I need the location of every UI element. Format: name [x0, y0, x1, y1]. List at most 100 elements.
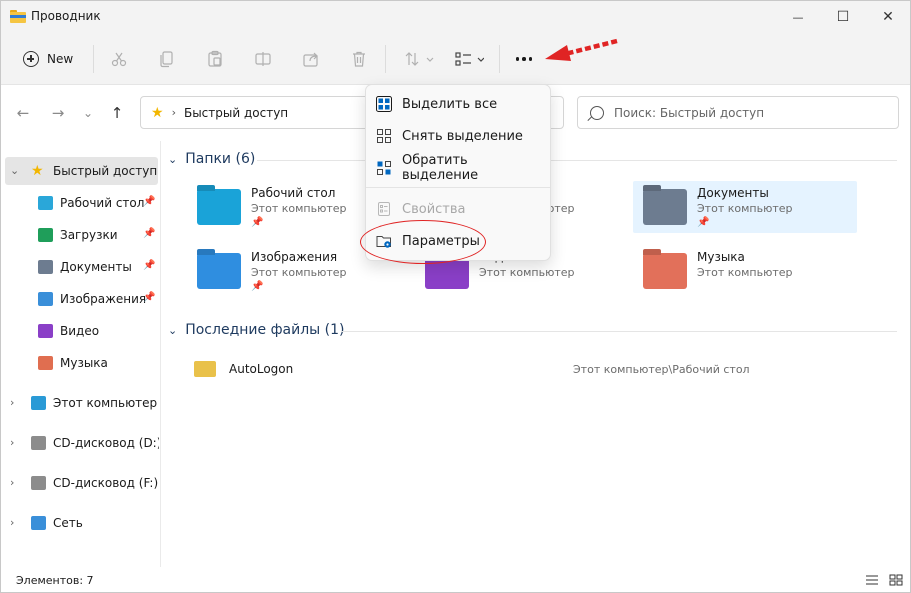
view-button[interactable] [449, 47, 489, 71]
chevron-right-icon[interactable]: › [10, 476, 14, 489]
sidebar-item[interactable]: Документы [38, 256, 132, 278]
cd-drive-icon [31, 476, 46, 490]
sidebar-item[interactable]: Загрузки [38, 224, 118, 246]
minimize-icon: — [792, 10, 804, 24]
menu-item-select-all[interactable]: Выделить все [374, 90, 546, 118]
sidebar-item-label: CD-дисковод (F:) US [53, 476, 159, 490]
back-arrow-icon: ← [16, 104, 30, 122]
select-all-icon [376, 96, 392, 112]
pane-divider [160, 141, 161, 567]
sidebar-item[interactable]: Этот компьютер [31, 392, 159, 414]
menu-item-label: Обратить выделение [402, 153, 479, 183]
properties-icon [378, 202, 390, 216]
share-button[interactable] [299, 47, 323, 71]
sidebar-item-label: Рабочий стол [60, 196, 145, 210]
cd-drive-icon [31, 436, 46, 450]
folder-name: Музыка [697, 250, 745, 264]
share-icon [303, 52, 318, 67]
chevron-right-icon[interactable]: › [10, 436, 14, 449]
paste-icon [208, 50, 222, 67]
recent-locations-button[interactable]: ⌄ [78, 103, 98, 123]
chevron-down-icon[interactable]: ⌄ [10, 164, 19, 177]
up-button[interactable]: ↑ [107, 103, 127, 123]
folder-location: Этот компьютер [479, 266, 575, 279]
list-item[interactable]: AutoLogon Этот компьютер\Рабочий стол [194, 356, 894, 382]
sidebar-item[interactable]: CD-дисковод (D:) Vi [31, 432, 159, 454]
delete-button[interactable] [347, 47, 371, 71]
folder-icon [643, 189, 687, 225]
forward-button[interactable]: → [48, 103, 68, 123]
group-title: Папки (6) [185, 151, 256, 167]
folder-icon [194, 361, 216, 377]
search-box[interactable]: Поиск: Быстрый доступ [577, 96, 899, 129]
details-view-icon[interactable] [865, 574, 879, 586]
documents-icon [38, 260, 53, 274]
chevron-right-icon[interactable]: › [10, 396, 14, 409]
sidebar-item-label: Быстрый доступ [53, 164, 158, 178]
minimize-button[interactable]: — [775, 1, 821, 33]
copy-icon [160, 51, 173, 68]
menu-item-select-none[interactable]: Снять выделение [374, 122, 546, 150]
pin-icon: 📌 [697, 217, 710, 228]
computer-icon [31, 396, 46, 410]
up-arrow-icon: ↑ [110, 104, 124, 122]
explorer-window: Проводник — ☐ ✕ New ← → ⌄ ↑ ★ › Быстрый … [0, 0, 911, 593]
breadcrumb-quick-access[interactable]: Быстрый доступ [184, 106, 288, 120]
cut-icon [111, 52, 127, 67]
recent-file-name: AutoLogon [229, 362, 294, 376]
breadcrumb-separator: › [171, 106, 176, 119]
new-button-label: New [47, 52, 74, 66]
group-header-recent[interactable]: ⌄ Последние файлы (1) [168, 322, 345, 338]
video-icon [38, 324, 53, 338]
rename-icon [255, 52, 271, 66]
sidebar-item-label: Изображения [60, 292, 147, 306]
copy-button[interactable] [155, 47, 179, 71]
menu-item-label: Выделить все [402, 96, 498, 112]
menu-item-properties[interactable]: Свойства [374, 195, 546, 223]
item-count: Элементов: 7 [16, 574, 94, 587]
sidebar-item[interactable]: Видео [38, 320, 99, 342]
more-options-button[interactable] [509, 45, 539, 73]
red-arrow-annotation [545, 38, 618, 61]
tiles-view-icon[interactable] [889, 574, 903, 586]
sidebar-item-quick-access[interactable]: ★ Быстрый доступ [31, 160, 157, 182]
folder-icon [197, 253, 241, 289]
paste-button[interactable] [203, 47, 227, 71]
menu-divider [366, 187, 550, 188]
folder-tile[interactable]: Музыка Этот компьютер [633, 245, 857, 297]
group-title: Последние файлы (1) [185, 322, 345, 338]
invert-selection-icon [377, 161, 391, 175]
close-button[interactable]: ✕ [865, 1, 910, 33]
sidebar-item[interactable]: Музыка [38, 352, 108, 374]
sort-button[interactable] [399, 47, 439, 71]
folder-icon [643, 253, 687, 289]
menu-item-invert-selection[interactable]: Обратить выделение [374, 153, 546, 183]
group-header-folders[interactable]: ⌄ Папки (6) [168, 151, 255, 167]
sidebar-item[interactable]: Сеть [31, 512, 159, 534]
chevron-right-icon[interactable]: › [10, 516, 14, 529]
sidebar-item-label: Видео [60, 324, 100, 338]
chevron-down-icon: ⌄ [168, 323, 178, 337]
command-bar: New [1, 33, 910, 85]
toolbar-divider [385, 45, 386, 73]
title-bar: Проводник — ☐ ✕ [1, 1, 910, 33]
back-button[interactable]: ← [13, 103, 33, 123]
sidebar-item[interactable]: Рабочий стол [38, 192, 144, 214]
sidebar-item[interactable]: CD-дисковод (F:) US [31, 472, 159, 494]
folder-location: Этот компьютер [251, 266, 347, 279]
pin-icon: 📌 [143, 260, 156, 271]
sidebar-item-label: Музыка [60, 356, 108, 370]
cut-button[interactable] [107, 47, 131, 71]
folder-location: Этот компьютер [697, 202, 793, 215]
folder-tile[interactable]: Документы Этот компьютер 📌 [633, 181, 857, 233]
folder-location: Этот компьютер [697, 266, 793, 279]
folder-name: Рабочий стол [251, 186, 336, 200]
download-icon [38, 228, 53, 242]
rename-button[interactable] [251, 47, 275, 71]
menu-item-label: Снять выделение [402, 128, 523, 144]
pin-icon: 📌 [251, 217, 264, 228]
sidebar-item[interactable]: Изображения [38, 288, 146, 310]
star-icon: ★ [31, 163, 44, 179]
maximize-button[interactable]: ☐ [820, 1, 866, 33]
new-button[interactable]: New [15, 43, 81, 75]
